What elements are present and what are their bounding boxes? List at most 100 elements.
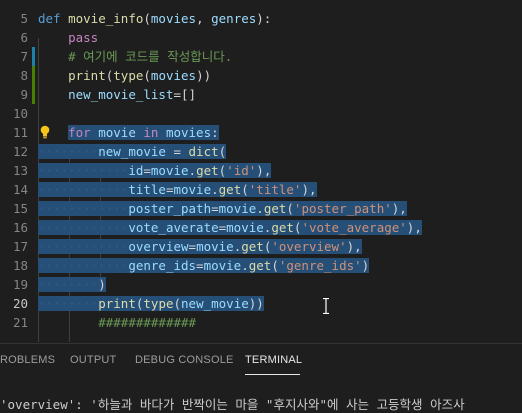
line-number: 9: [20, 87, 28, 102]
code-text: new_movie_list=[]: [38, 85, 196, 104]
code-text: ············title=movie.get('title'),: [38, 180, 317, 199]
code-line[interactable]: 8 print(type(movies)): [0, 66, 522, 85]
tab-terminal[interactable]: TERMINAL: [245, 354, 302, 366]
code-token: ············: [38, 182, 129, 197]
line-number: 15: [12, 201, 28, 216]
code-token: ········: [38, 144, 99, 159]
code-token: movie: [203, 258, 242, 273]
line-number: 12: [12, 144, 28, 159]
line-number: 13: [12, 163, 28, 178]
code-line[interactable]: 15 ············poster_path=movie.get('pos…: [0, 199, 522, 218]
code-token: (: [173, 296, 182, 311]
code-line[interactable]: 20 ········print(type(new_movie)): [0, 294, 522, 313]
code-line[interactable]: 16 ············vote_averate=movie.get('vo…: [0, 218, 522, 237]
code-token: movies: [165, 125, 212, 140]
code-text: print(type(movies)): [38, 66, 211, 85]
code-line[interactable]: 10: [0, 104, 522, 123]
tab-debug-console[interactable]: DEBUG CONSOLE: [135, 354, 234, 366]
code-token: 'title': [248, 182, 302, 197]
code-token: ········: [38, 277, 99, 292]
code-token: vote_averate: [128, 220, 219, 235]
code-line[interactable]: 18 ············genre_ids=movie.get('genre…: [0, 256, 522, 275]
code-token: movie: [150, 163, 189, 178]
code-token: # 여기에 코드를 작성합니다.: [68, 49, 233, 64]
code-text: ············poster_path=movie.get('poste…: [38, 199, 407, 218]
code-token: get: [248, 258, 272, 273]
code-token: ): [361, 258, 370, 273]
code-token: :: [211, 125, 219, 140]
code-line[interactable]: 13 ············id=movie.get('id'),: [0, 161, 522, 180]
code-token: print: [98, 296, 136, 311]
code-token: print: [68, 68, 106, 83]
code-text: # 여기에 코드를 작성합니다.: [38, 47, 232, 66]
code-token: ),: [346, 239, 362, 254]
code-token: poster_path: [128, 201, 212, 216]
code-token: ),: [406, 220, 422, 235]
code-token: =: [143, 163, 151, 178]
terminal-output-line: 'overview': '하늘과 바다가 반짝이는 마을 "후지사와"에 사는 …: [0, 397, 465, 412]
code-token: in: [143, 125, 166, 140]
code-token: (: [271, 258, 279, 273]
code-line[interactable]: 19 ········): [0, 275, 522, 294]
line-number: 18: [12, 258, 28, 273]
code-token: ),: [391, 201, 407, 216]
lightbulb-icon[interactable]: [39, 125, 51, 139]
code-token: =[]: [173, 87, 197, 102]
code-token: ): [98, 277, 106, 292]
code-token: ),: [301, 182, 317, 197]
code-text: ········print(type(new_movie)): [38, 294, 264, 313]
code-token: (: [218, 144, 227, 159]
code-token: (: [143, 68, 151, 83]
code-token: (: [241, 182, 249, 197]
active-tab-indicator: [245, 374, 300, 375]
line-number: 20: [12, 296, 28, 311]
code-token: .: [256, 201, 264, 216]
code-line[interactable]: 12 ········new_movie = dict(: [0, 142, 522, 161]
code-line[interactable]: 17 ············overview=movie.get('overvi…: [0, 237, 522, 256]
code-token: get: [196, 163, 219, 178]
code-line[interactable]: 11 for movie in movies:: [0, 123, 522, 142]
code-token: movie: [196, 239, 234, 254]
code-token: title: [128, 182, 166, 197]
code-token: ),: [256, 163, 272, 178]
line-number: 10: [12, 106, 28, 121]
line-number: 7: [20, 49, 28, 64]
code-token: ············: [38, 220, 129, 235]
code-token: get: [263, 201, 287, 216]
line-number: 5: [20, 11, 28, 26]
code-token: movie: [173, 182, 212, 197]
code-token: ············: [38, 201, 129, 216]
code-token: get: [241, 239, 264, 254]
code-text: ············id=movie.get('id'),: [38, 161, 272, 180]
line-number: 6: [20, 30, 28, 45]
code-token: movies: [150, 11, 197, 26]
code-token: ········: [38, 296, 99, 311]
code-token: 'poster_path': [293, 201, 392, 216]
code-text: ············overview=movie.get('overview…: [38, 237, 362, 256]
line-number: 16: [12, 220, 28, 235]
code-editor[interactable]: 5 def movie_info(movies, genres): 6 pass 7 …: [0, 0, 522, 343]
tab-output[interactable]: OUTPUT: [70, 354, 116, 366]
code-text: for movie in movies:: [38, 123, 219, 142]
code-token: ,: [196, 11, 212, 26]
code-line[interactable]: 5 def movie_info(movies, genres):: [0, 9, 522, 28]
code-token: .: [211, 182, 219, 197]
code-token: 'id': [226, 163, 257, 178]
code-line[interactable]: 9 new_movie_list=[]: [0, 85, 522, 104]
code-token: =: [165, 144, 189, 159]
code-token: genres: [211, 11, 257, 26]
code-line[interactable]: 7 # 여기에 코드를 작성합니다.: [0, 47, 522, 66]
line-number: 19: [12, 277, 28, 292]
code-line[interactable]: 14 ············title=movie.get('title'),: [0, 180, 522, 199]
code-token: for: [68, 125, 99, 140]
code-line[interactable]: 6 pass: [0, 28, 522, 47]
git-change-marker: [32, 85, 35, 104]
tab-problems[interactable]: ROBLEMS: [0, 354, 55, 366]
code-token: new_movie: [181, 296, 249, 311]
code-line[interactable]: 21 #############: [0, 313, 522, 332]
bottom-panel: ROBLEMS OUTPUT DEBUG CONSOLE TERMINAL 'o…: [0, 344, 522, 412]
code-text: ········): [38, 275, 106, 294]
